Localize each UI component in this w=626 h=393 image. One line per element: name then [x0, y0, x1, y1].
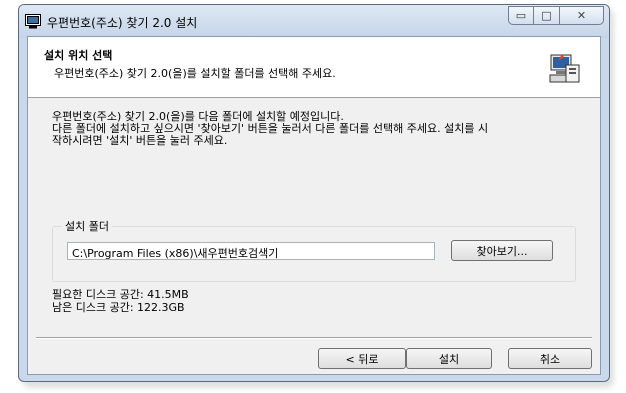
maximize-button[interactable]: □ — [534, 6, 560, 25]
disk-space-info: 필요한 디스크 공간: 41.5MB 남은 디스크 공간: 122.3GB — [52, 288, 189, 314]
install-folder-label: 설치 폴더 — [62, 218, 112, 234]
minimize-button[interactable]: ▭ — [508, 6, 534, 25]
required-space: 필요한 디스크 공간: 41.5MB — [52, 288, 189, 301]
page-header: 설치 위치 선택 우편번호(주소) 찾기 2.0(을)를 설치할 폴더를 선택해… — [28, 37, 600, 98]
back-button[interactable]: < 뒤로 — [318, 348, 406, 369]
minimize-icon: ▭ — [515, 9, 527, 22]
page-title: 설치 위치 선택 — [44, 49, 113, 62]
page-subtitle: 우편번호(주소) 찾기 2.0(을)를 설치할 폴더를 선택해 주세요. — [54, 67, 336, 80]
intro-text: 우편번호(주소) 찾기 2.0(을)를 다음 폴더에 설치할 예정입니다. 다른… — [52, 111, 582, 147]
installer-computer-icon — [549, 54, 580, 83]
available-space: 남은 디스크 공간: 122.3GB — [52, 301, 185, 314]
title-bar[interactable]: 우편번호(주소) 찾기 2.0 설치 ▭ □ ✕ — [19, 5, 609, 38]
maximize-icon: □ — [541, 9, 552, 22]
cancel-button[interactable]: 취소 — [508, 348, 592, 369]
close-button[interactable]: ✕ — [560, 6, 604, 25]
install-path-input[interactable]: C:\Program Files (x86)\새우편번호검색기 — [67, 242, 435, 260]
dialog-client: 설치 위치 선택 우편번호(주소) 찾기 2.0(을)를 설치할 폴더를 선택해… — [27, 36, 601, 375]
installer-window: 우편번호(주소) 찾기 2.0 설치 ▭ □ ✕ 설치 위치 선택 우편번호(주… — [18, 4, 610, 382]
window-controls: ▭ □ ✕ — [508, 6, 604, 27]
install-button[interactable]: 설치 — [406, 348, 492, 369]
window-title: 우편번호(주소) 찾기 2.0 설치 — [47, 16, 198, 30]
footer-separator — [36, 337, 592, 339]
intro-line: 작하시려면 '설치' 버튼을 눌러 주세요. — [52, 134, 228, 147]
installer-app-icon — [25, 14, 41, 29]
close-icon: ✕ — [576, 9, 587, 22]
browse-button[interactable]: 찾아보기... — [451, 240, 553, 261]
